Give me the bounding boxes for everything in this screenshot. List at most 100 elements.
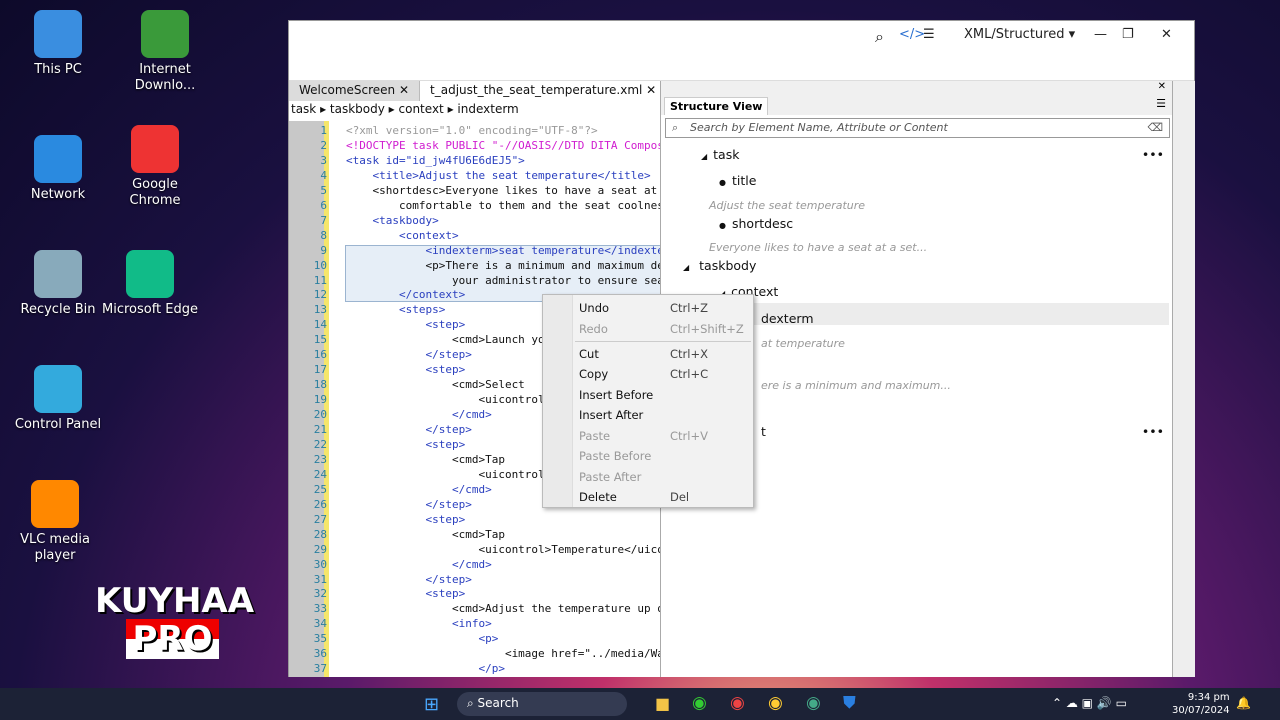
more-options-icon[interactable]: ••• [1142,147,1164,162]
bullet-icon: ● [719,221,726,230]
code-line[interactable]: <title>Adjust the seat temperature</titl… [346,169,650,182]
taskbar-search[interactable]: ⌕ Search [457,692,627,716]
code-line[interactable]: <uicontrol>L [346,468,557,481]
file-explorer-icon[interactable]: ■ [655,694,670,713]
node-label: title [731,173,757,188]
defender-icon[interactable]: ⛊ [843,693,856,713]
desktop-icon[interactable]: This PC [8,10,108,78]
tree-node[interactable]: ● title [719,173,756,188]
structure-search-input[interactable]: ⌕ Search by Element Name, Attribute or Co… [665,118,1170,138]
panel-close-icon[interactable]: ✕ [1158,81,1166,92]
expand-arrow-icon[interactable]: ◢ [683,263,689,272]
tree-node[interactable]: dexterm [761,311,814,326]
breadcrumb-item[interactable]: indexterm [457,102,518,116]
line-number: 6 [320,198,327,212]
view-mode-dropdown[interactable]: XML/Structured ▾ [964,27,1075,42]
code-line[interactable]: </p> [346,662,505,675]
chrome-profile2-icon[interactable]: ◉ [806,693,821,713]
code-line[interactable]: your administrator to ensure seats [346,274,660,287]
notification-icon[interactable]: 🔔 [1236,696,1251,710]
desktop-icon[interactable]: VLC media player [5,480,105,564]
code-line[interactable]: <uicontrol>Temperature</uicontr [346,543,660,556]
line-number: 16 [313,348,327,362]
code-line[interactable]: </cmd> [346,483,492,496]
minimize-button[interactable]: — [1094,27,1107,42]
line-number: 24 [313,467,327,481]
code-line[interactable]: <indexterm>seat temperature</indexterm> [346,244,660,257]
menu-separator [575,341,751,342]
tree-node[interactable]: ◢ task [701,147,739,162]
code-line[interactable]: </step> [346,573,471,586]
desktop-icon[interactable]: Internet Downlo... [115,10,215,94]
code-view-icon[interactable]: </> [899,27,925,42]
code-line[interactable]: <?xml version="1.0" encoding="UTF-8"?> [346,124,598,137]
structure-icon[interactable]: ☰ [923,27,935,42]
title-bar: ⌕ </> ☰ XML/Structured ▾ — ❐ ✕ [289,21,1194,81]
code-line[interactable]: <steps> [346,303,445,316]
code-line[interactable]: <context> [346,229,459,242]
tree-node[interactable]: t [761,424,766,439]
breadcrumb-item[interactable]: context [399,102,444,116]
more-options-icon[interactable]: ••• [1142,424,1164,439]
code-line[interactable]: <cmd>Adjust the temperature up or d [346,602,660,615]
tree-node[interactable]: ◢ taskbody [683,258,756,273]
code-line[interactable]: <step> [346,318,465,331]
restore-button[interactable]: ❐ [1122,27,1134,42]
desktop-icon[interactable]: Google Chrome [105,125,205,209]
code-line[interactable]: </cmd> [346,408,492,421]
code-line[interactable]: comfortable to them and the seat coolnes… [346,199,660,212]
code-line[interactable]: <!DOCTYPE task PUBLIC "-//OASIS//DTD DIT… [346,139,660,152]
line-number: 30 [313,557,327,571]
code-line[interactable]: <p>There is a minimum and maximum defin [346,259,660,272]
code-line[interactable]: <image href="../media/WarmC [346,647,660,660]
tab-welcome[interactable]: WelcomeScreen ✕ [289,81,421,101]
desktop-icon[interactable]: Control Panel [8,365,108,433]
desktop-icon[interactable]: Microsoft Edge [100,250,200,318]
line-number: 4 [320,168,327,182]
whatsapp-icon[interactable]: ◉ [692,693,707,713]
line-number: 37 [313,662,327,676]
code-line[interactable]: <step> [346,363,465,376]
code-line[interactable]: <cmd>Tap [346,453,505,466]
start-icon[interactable]: ⊞ [424,694,439,715]
search-icon[interactable]: ⌕ [875,27,884,47]
tree-node[interactable]: ● shortdesc [719,216,793,231]
breadcrumb-item[interactable]: task [291,102,316,116]
panel-menu-icon[interactable]: ☰ [1156,97,1166,110]
desktop-icon[interactable]: Recycle Bin [8,250,108,318]
panel-title: Structure View [664,97,769,115]
clock[interactable]: 9:34 pm 30/07/2024 [1172,691,1230,717]
tab-xml-file[interactable]: t_adjust_the_seat_temperature.xml ✕ [420,81,668,101]
time: 9:34 pm [1187,692,1230,703]
expand-arrow-icon: ◢ [701,152,708,161]
code-line[interactable]: <p> [346,632,498,645]
menu-item-label: Undo [579,301,610,315]
code-line[interactable]: <step> [346,587,465,600]
desktop-icon[interactable]: Network [8,135,108,203]
code-line[interactable]: <step> [346,513,465,526]
code-line[interactable]: <cmd>Launch your [346,333,558,346]
code-line[interactable]: </cmd> [346,558,492,571]
close-button[interactable]: ✕ [1161,27,1172,42]
code-line[interactable]: </step> [346,498,471,511]
chrome-profile-icon[interactable]: ◉ [768,693,783,713]
context-menu: Undo Ctrl+Z Redo Ctrl+Shift+Z Cut Ctrl+X Copy C… [542,294,754,508]
code-line[interactable]: <shortdesc>Everyone likes to have a seat… [346,184,660,197]
code-line[interactable]: </step> [346,348,471,361]
code-line[interactable]: <task id="id_jw4fU6E6dEJ5"> [346,154,525,167]
code-line[interactable]: <cmd>Select [346,378,525,391]
breadcrumb-item[interactable]: taskbody [330,102,385,116]
code-line[interactable]: <step> [346,438,465,451]
clear-icon[interactable]: ⌫ [1147,121,1163,134]
node-label: task [713,147,740,162]
code-line[interactable]: <uicontrol>S [346,393,557,406]
code-line[interactable]: <taskbody> [346,214,438,227]
code-line[interactable]: <cmd>Tap [346,528,505,541]
line-number: 34 [313,617,327,631]
code-line[interactable]: <info> [346,617,492,630]
chrome-icon[interactable]: ◉ [730,693,745,713]
code-line[interactable]: </context> [346,288,465,301]
tray-icons[interactable]: ⌃ ☁ ▣ 🔊 ▭ [1052,696,1127,710]
code-line[interactable]: </step> [346,423,471,436]
line-number: 14 [313,318,327,332]
